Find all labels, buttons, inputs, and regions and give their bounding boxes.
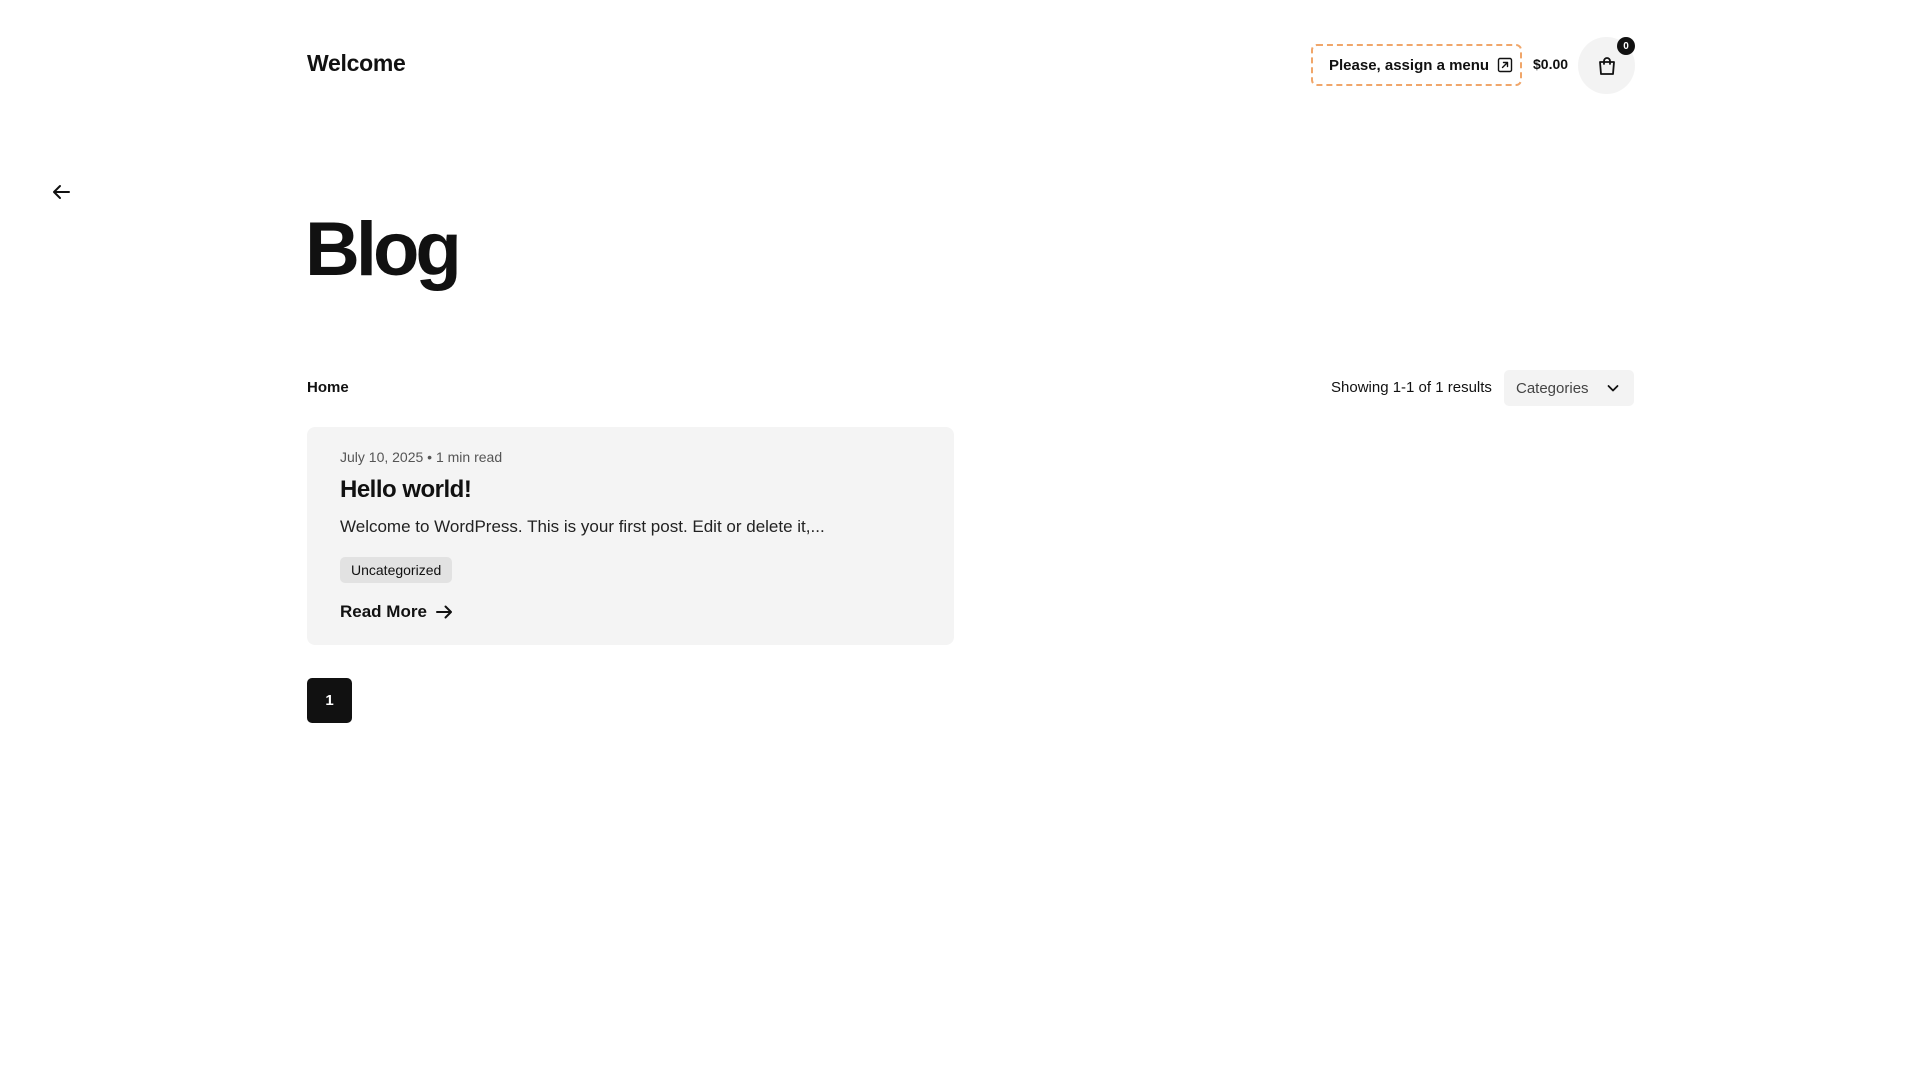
post-card: July 10, 2025 • 1 min read Hello world! …: [307, 427, 954, 645]
external-link-icon: [1497, 57, 1513, 73]
page-title: Blog: [305, 207, 462, 292]
categories-select[interactable]: Categories: [1504, 370, 1634, 406]
post-title[interactable]: Hello world!: [340, 476, 472, 504]
assign-menu-button[interactable]: Please, assign a menu: [1311, 44, 1522, 86]
breadcrumb-home[interactable]: Home: [307, 379, 349, 396]
read-more-label: Read More: [340, 602, 427, 621]
cart-total: $0.00: [1533, 56, 1569, 72]
shopping-bag-icon: [1598, 56, 1615, 75]
arrow-left-icon[interactable]: [50, 181, 72, 203]
site-title[interactable]: Welcome: [307, 50, 406, 77]
post-category-tag[interactable]: Uncategorized: [340, 557, 453, 583]
post-excerpt: Welcome to WordPress. This is your first…: [340, 517, 825, 536]
chevron-down-icon: [1607, 385, 1619, 392]
post-meta: July 10, 2025 • 1 min read: [340, 449, 503, 465]
categories-select-value: Categories: [1516, 379, 1589, 397]
assign-menu-label: Please, assign a menu: [1329, 56, 1490, 74]
results-count: Showing 1-1 of 1 results: [1331, 379, 1492, 396]
cart-count-badge: 0: [1617, 37, 1635, 55]
read-more-link[interactable]: Read More: [340, 602, 454, 622]
pagination-page-1[interactable]: 1: [307, 678, 352, 723]
arrow-right-icon: [435, 605, 452, 619]
